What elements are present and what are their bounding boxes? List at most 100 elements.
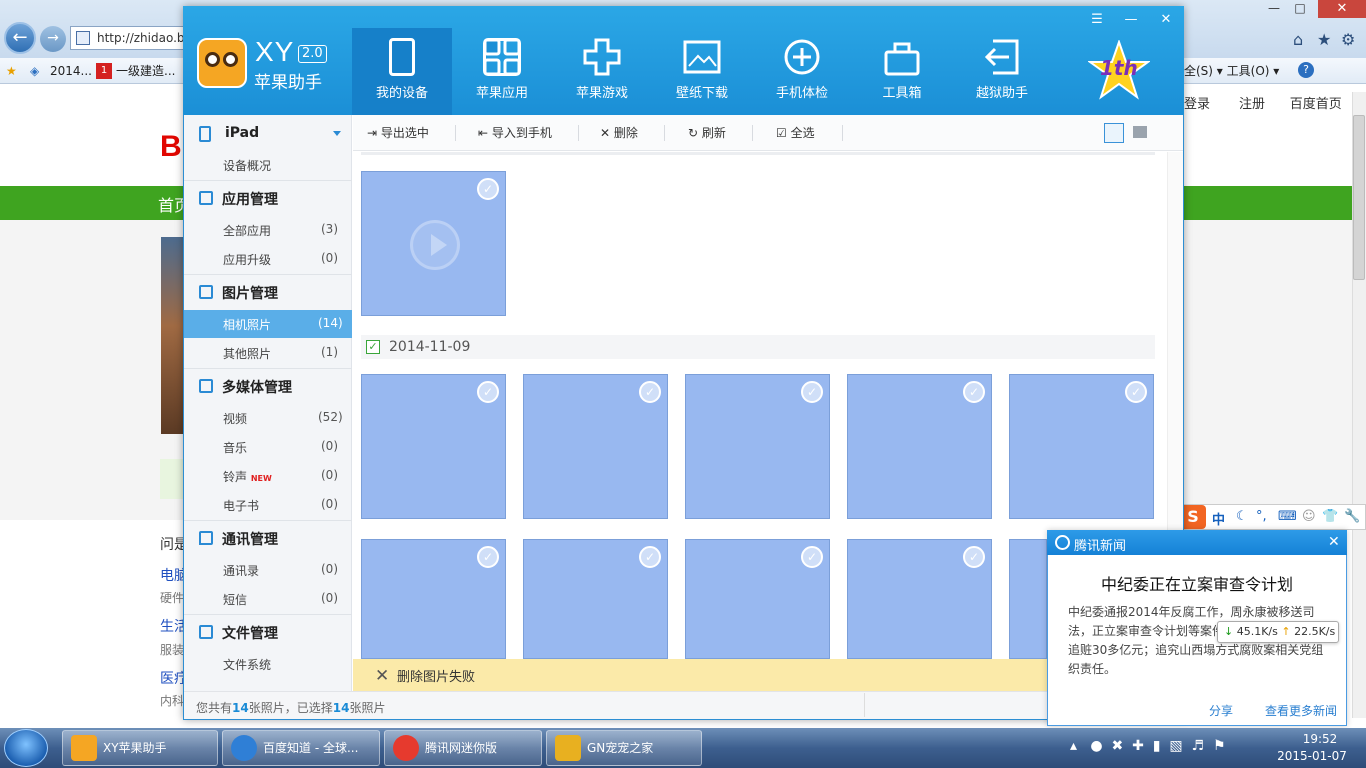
select-all-button[interactable]: ☑ 全选 xyxy=(776,124,815,141)
ime-user-icon[interactable]: ☺ xyxy=(1302,509,1316,524)
ime-lang-toggle[interactable]: 中 xyxy=(1212,509,1225,528)
sidebar-item-all-apps[interactable]: 全部应用 xyxy=(223,222,271,239)
taskbar-item-gn[interactable]: GN宠宠之家 xyxy=(546,730,702,766)
device-icon[interactable]: ▮ xyxy=(1153,738,1161,754)
xy-close-button[interactable]: ✕ xyxy=(1153,10,1179,30)
photo-thumb[interactable]: ✓ xyxy=(847,539,992,659)
device-name[interactable]: iPad xyxy=(225,125,259,141)
photo-thumb[interactable]: ✓ xyxy=(361,374,506,519)
section-app-management[interactable]: 应用管理 xyxy=(222,189,278,209)
qq-icon[interactable]: ● xyxy=(1090,738,1102,754)
ime-moon-icon[interactable]: ☾ xyxy=(1236,509,1248,524)
ime-tools-icon[interactable]: 🔧 xyxy=(1344,509,1360,524)
check-icon[interactable]: ✓ xyxy=(963,546,985,568)
ime-skin-icon[interactable]: 👕 xyxy=(1322,509,1338,524)
network-icon[interactable]: ▧ xyxy=(1169,738,1182,754)
sidebar-item-music[interactable]: 音乐 xyxy=(223,439,247,456)
photo-thumb[interactable]: ✓ xyxy=(523,374,668,519)
network-speed-widget[interactable]: ↓ 45.1K/s ↑ 22.5K/s xyxy=(1217,621,1339,643)
plus-icon[interactable]: ✚ xyxy=(1132,738,1144,754)
xy-menu-button[interactable]: ☰ xyxy=(1084,10,1110,30)
section-media-management[interactable]: 多媒体管理 xyxy=(222,377,292,397)
chevron-down-icon[interactable] xyxy=(333,131,341,136)
browser-close-button[interactable]: ✕ xyxy=(1318,0,1366,18)
tab-apple-apps[interactable]: 苹果应用 xyxy=(452,28,552,115)
check-icon[interactable]: ✓ xyxy=(801,546,823,568)
list-view-icon[interactable] xyxy=(1133,126,1147,138)
delete-button[interactable]: ✕ 删除 xyxy=(600,124,638,141)
sidebar-item-other-photos[interactable]: 其他照片 xyxy=(223,345,271,362)
tray-expand-icon[interactable]: ▴ xyxy=(1070,738,1077,754)
sidebar-item-video[interactable]: 视频 xyxy=(223,410,247,427)
sidebar-item-filesystem[interactable]: 文件系统 xyxy=(223,656,271,673)
photo-thumb-video[interactable]: ✓ xyxy=(361,171,506,316)
page-scrollbar-thumb[interactable] xyxy=(1353,115,1365,280)
check-icon[interactable]: ✓ xyxy=(801,381,823,403)
section-file-management[interactable]: 文件管理 xyxy=(222,623,278,643)
section-contact-management[interactable]: 通讯管理 xyxy=(222,529,278,549)
baidu-home-link[interactable]: 百度首页 xyxy=(1290,97,1342,112)
grid-view-icon[interactable] xyxy=(1104,123,1124,143)
date-group-checkbox[interactable]: ✓ xyxy=(366,340,380,354)
settings-gear-icon[interactable]: ⚙ xyxy=(1341,30,1355,49)
sidebar-item-ebook[interactable]: 电子书 xyxy=(223,497,259,514)
refresh-button[interactable]: ↻ 刷新 xyxy=(688,124,726,141)
tab-jailbreak[interactable]: 越狱助手 xyxy=(952,28,1052,115)
register-link[interactable]: 注册 xyxy=(1239,97,1265,112)
back-button[interactable]: ← xyxy=(4,22,36,54)
check-icon[interactable]: ✓ xyxy=(963,381,985,403)
photo-thumb[interactable]: ✓ xyxy=(685,539,830,659)
check-icon[interactable]: ✓ xyxy=(639,546,661,568)
sidebar-item-sms[interactable]: 短信 xyxy=(223,591,247,608)
close-icon[interactable]: ✕ xyxy=(375,666,389,686)
browser-menu[interactable]: 全(S) ▾ 工具(O) ▾ xyxy=(1184,62,1279,80)
anniversary-badge[interactable]: 1th xyxy=(1086,38,1152,100)
ime-keyboard-icon[interactable]: ⌨ xyxy=(1278,509,1297,524)
export-selected-button[interactable]: ⇥ 导出选中 xyxy=(367,124,429,141)
flag-icon[interactable]: ⚑ xyxy=(1213,738,1226,754)
section-photo-management[interactable]: 图片管理 xyxy=(222,283,278,303)
news-close-button[interactable]: ✕ xyxy=(1328,534,1340,550)
home-icon[interactable]: ⌂ xyxy=(1293,30,1303,49)
browser-minimize-button[interactable]: — xyxy=(1262,0,1286,18)
xy-minimize-button[interactable]: — xyxy=(1118,10,1144,30)
help-icon[interactable]: ? xyxy=(1298,62,1314,78)
tab-my-device[interactable]: 我的设备 xyxy=(352,28,452,115)
sidebar-item-contacts[interactable]: 通讯录 xyxy=(223,562,259,579)
photo-thumb[interactable]: ✓ xyxy=(685,374,830,519)
ime-punct-icon[interactable]: °, xyxy=(1256,509,1267,524)
favorites-star-icon[interactable]: ★ xyxy=(6,62,17,80)
taskbar-item-ie[interactable]: 百度知道 - 全球... xyxy=(222,730,380,766)
news-more-link[interactable]: 查看更多新闻 xyxy=(1265,702,1337,719)
photo-thumb[interactable]: ✓ xyxy=(523,539,668,659)
clock-time[interactable]: 19:52 xyxy=(1280,732,1360,746)
security-icon[interactable]: ✖ xyxy=(1112,738,1124,754)
photo-thumb[interactable]: ✓ xyxy=(361,539,506,659)
volume-icon[interactable]: ♬ xyxy=(1192,738,1205,754)
fav-item-jianzao[interactable]: 一级建造... xyxy=(116,62,175,80)
check-icon[interactable]: ✓ xyxy=(477,381,499,403)
news-share-link[interactable]: 分享 xyxy=(1209,702,1233,719)
taskbar-item-xy[interactable]: XY苹果助手 xyxy=(62,730,218,766)
tab-wallpaper[interactable]: 壁纸下载 xyxy=(652,28,752,115)
check-icon[interactable]: ✓ xyxy=(477,546,499,568)
login-link[interactable]: 登录 xyxy=(1184,97,1210,112)
check-icon[interactable]: ✓ xyxy=(1125,381,1147,403)
photo-thumb[interactable] xyxy=(1009,539,1047,659)
favorites-star-icon[interactable]: ★ xyxy=(1317,30,1331,49)
news-headline[interactable]: 中纪委正在立案审查令计划 xyxy=(1047,571,1347,595)
check-icon[interactable]: ✓ xyxy=(477,178,499,200)
sidebar-item-device-overview[interactable]: 设备概况 xyxy=(223,157,271,174)
tab-apple-games[interactable]: 苹果游戏 xyxy=(552,28,652,115)
check-icon[interactable]: ✓ xyxy=(639,381,661,403)
tab-toolbox[interactable]: 工具箱 xyxy=(852,28,952,115)
tab-phone-check[interactable]: 手机体检 xyxy=(752,28,852,115)
photo-thumb[interactable]: ✓ xyxy=(1009,374,1154,519)
import-to-phone-button[interactable]: ⇤ 导入到手机 xyxy=(478,124,552,141)
sidebar-item-camera-photos[interactable]: 相机照片 xyxy=(223,316,271,333)
sidebar-item-app-upgrade[interactable]: 应用升级 xyxy=(223,251,271,268)
browser-maximize-button[interactable]: □ xyxy=(1288,0,1312,18)
start-button[interactable] xyxy=(4,729,48,767)
photo-thumb[interactable]: ✓ xyxy=(847,374,992,519)
taskbar-item-tencent[interactable]: 腾讯网迷你版 xyxy=(384,730,542,766)
